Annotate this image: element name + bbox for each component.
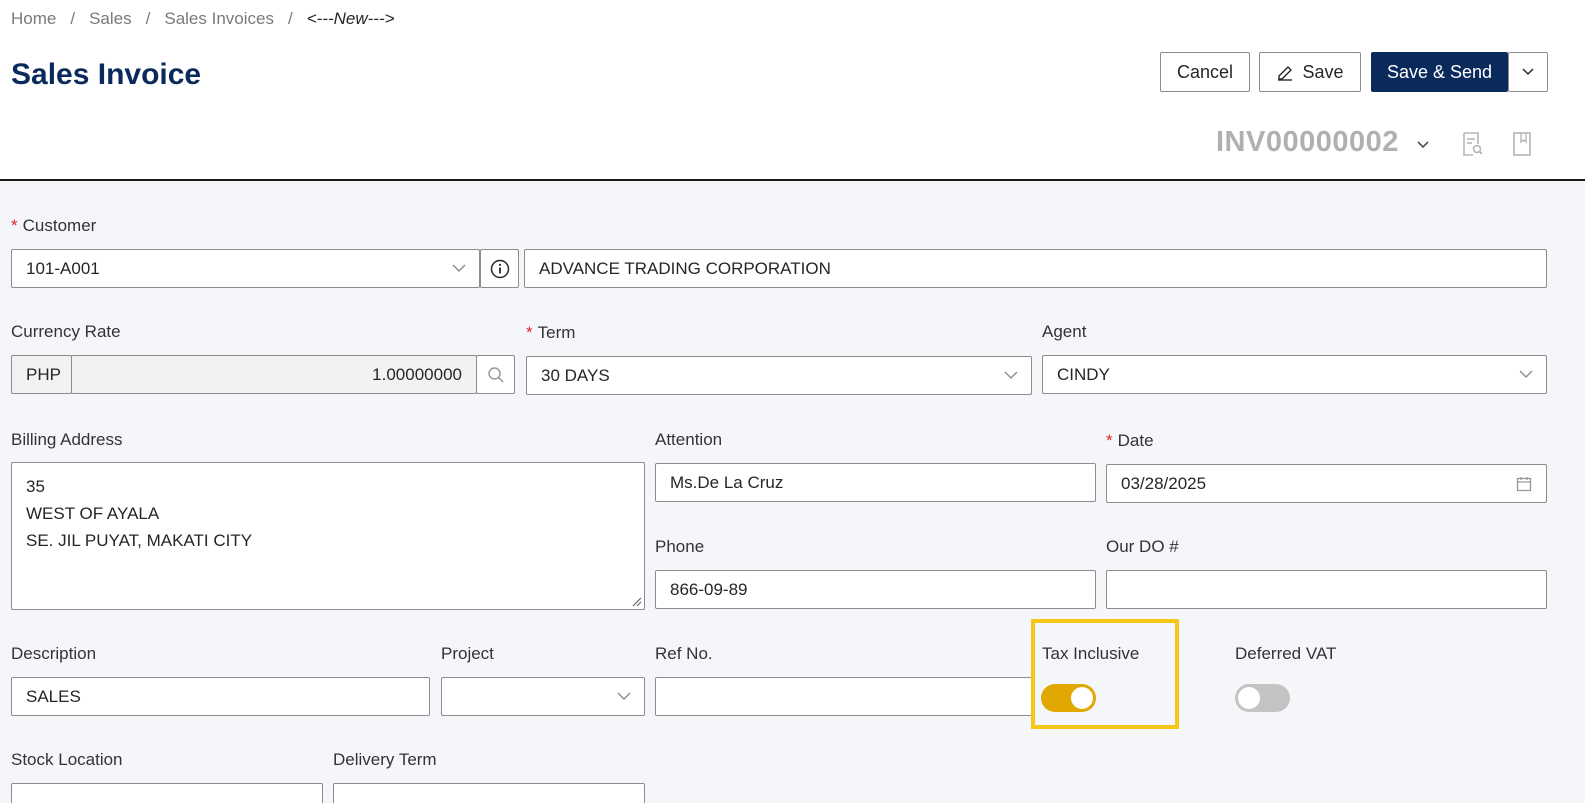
customer-label: * Customer [11,216,96,236]
customer-name-field[interactable]: ADVANCE TRADING CORPORATION [524,249,1547,288]
chevron-down-icon [1004,371,1018,379]
breadcrumb-separator: / [70,9,76,28]
breadcrumb-sales-invoices[interactable]: Sales Invoices [164,9,274,28]
project-label: Project [441,644,494,663]
required-marker: * [11,216,18,235]
term-value: 30 DAYS [541,365,610,385]
required-marker: * [526,323,533,342]
calendar-icon[interactable] [1516,476,1532,492]
term-label-text: Term [537,323,576,342]
description-field[interactable]: SALES [11,677,430,716]
resize-handle-icon[interactable] [632,597,642,607]
save-options-dropdown-button[interactable] [1508,52,1548,92]
breadcrumb: Home / Sales / Sales Invoices / <---New---> [11,9,395,29]
billing-address-label: Billing Address [11,430,123,449]
pencil-icon [1278,66,1293,81]
customer-info-button[interactable] [480,249,519,288]
bookmark-icon[interactable] [1510,130,1534,158]
billing-address-line: 35 [26,477,45,496]
currency-rate-search-button[interactable] [476,355,515,394]
save-button[interactable]: Save [1259,52,1361,92]
customer-label-text: Customer [22,216,97,235]
deferred-vat-label: Deferred VAT [1235,644,1337,663]
agent-select[interactable]: CINDY [1042,355,1547,394]
chevron-down-icon [617,692,631,700]
save-button-label: Save [1302,61,1344,82]
preview-document-icon[interactable] [1459,130,1485,158]
info-icon [490,259,509,278]
cancel-button[interactable]: Cancel [1160,52,1250,92]
currency-code-value: PHP [26,364,61,384]
attention-label: Attention [655,430,723,449]
phone-value: 866-09-89 [670,579,748,599]
customer-code-value: 101-A001 [26,258,100,278]
delivery-term-field[interactable] [333,783,645,803]
term-label: * Term [526,323,575,343]
page-title: Sales Invoice [11,58,202,91]
date-label: * Date [1106,431,1154,451]
phone-label: Phone [655,537,705,556]
stock-location-label: Stock Location [11,750,123,769]
save-and-send-button[interactable]: Save & Send [1371,52,1508,92]
ref-no-label: Ref No. [655,644,713,663]
breadcrumb-home[interactable]: Home [11,9,56,28]
stock-location-field[interactable] [11,783,323,803]
customer-code-select[interactable]: 101-A001 [11,249,480,288]
breadcrumb-sales[interactable]: Sales [89,9,132,28]
required-marker: * [1106,431,1113,450]
billing-address-textarea[interactable]: 35 WEST OF AYALA SE. JIL PUYAT, MAKATI C… [11,462,645,610]
delivery-term-label: Delivery Term [333,750,437,769]
term-select[interactable]: 30 DAYS [526,356,1032,395]
date-value: 03/28/2025 [1121,473,1207,493]
breadcrumb-separator: / [287,9,293,28]
currency-rate-field: 1.00000000 [71,355,477,394]
deferred-vat-toggle[interactable] [1235,684,1290,712]
our-do-field[interactable] [1106,570,1547,609]
ref-no-field[interactable] [655,677,1032,716]
description-label: Description [11,644,97,663]
attention-field[interactable]: Ms.De La Cruz [655,463,1096,502]
invoice-number: INV00000002 [1216,126,1399,158]
agent-value: CINDY [1057,364,1110,384]
attention-value: Ms.De La Cruz [670,472,784,492]
currency-code-field: PHP [11,355,72,394]
currency-rate-label: Currency Rate [11,322,121,341]
breadcrumb-separator: / [145,9,151,28]
toggle-knob [1238,687,1260,709]
chevron-down-icon [1417,141,1429,149]
phone-field[interactable]: 866-09-89 [655,570,1096,609]
project-select[interactable] [441,677,645,716]
breadcrumb-current: <---New---> [306,9,395,28]
date-label-text: Date [1117,431,1154,450]
currency-rate-value: 1.00000000 [372,364,462,384]
billing-address-line: SE. JIL PUYAT, MAKATI CITY [26,531,253,550]
billing-address-line: WEST OF AYALA [26,504,160,523]
invoice-number-dropdown[interactable] [1412,136,1434,154]
date-field[interactable]: 03/28/2025 [1106,464,1547,503]
tax-inclusive-highlight [1031,619,1179,729]
chevron-down-icon [452,264,466,272]
search-icon [487,366,504,383]
agent-label: Agent [1042,322,1087,341]
description-value: SALES [26,686,81,706]
customer-name-value: ADVANCE TRADING CORPORATION [539,258,831,278]
chevron-down-icon [1519,370,1533,378]
chevron-down-icon [1522,68,1534,76]
our-do-label: Our DO # [1106,537,1179,556]
